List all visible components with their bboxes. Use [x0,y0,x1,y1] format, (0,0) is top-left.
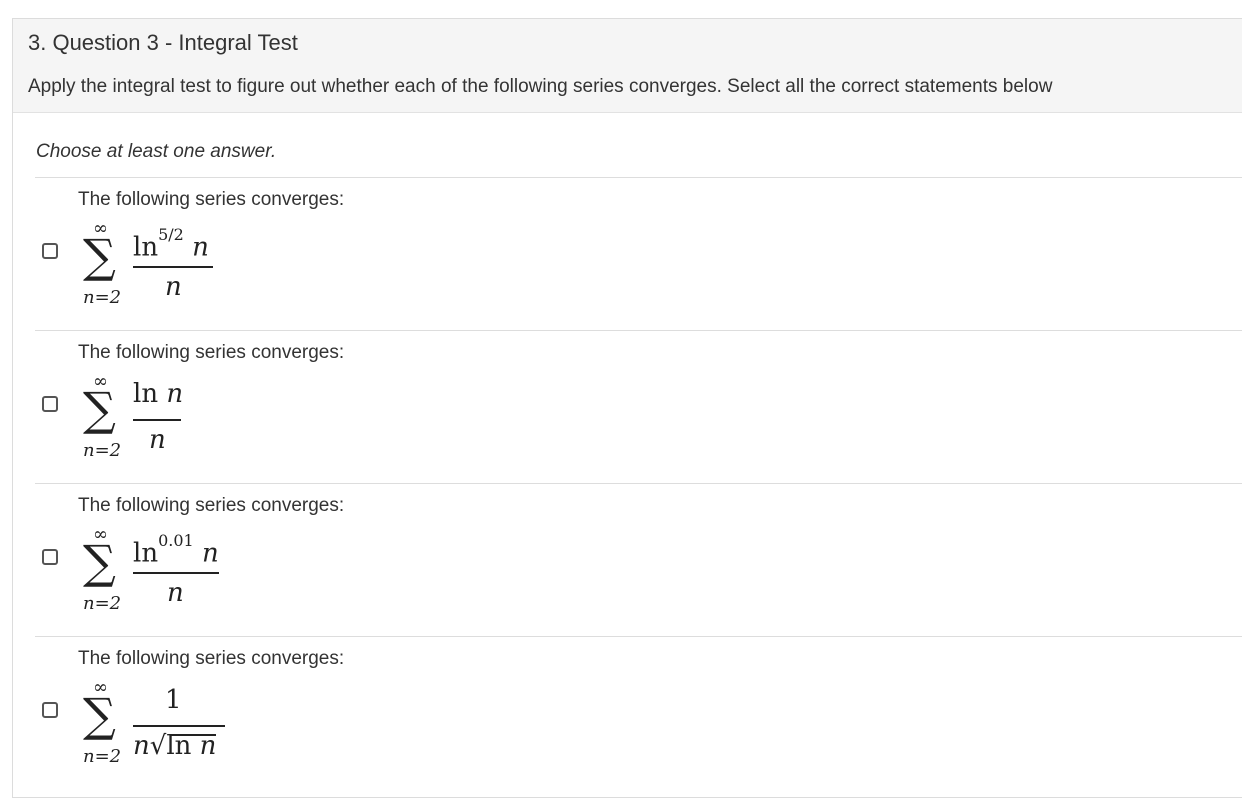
question-prompt: Apply the integral test to figure out wh… [28,76,1053,97]
series-formula: ∞ ∑ n=2 ln5/2 n n [79,220,279,316]
sum-lower-limit: n=2 [83,593,122,614]
sum-lower-limit: n=2 [83,287,122,308]
answer-label: The following series converges: [78,342,345,363]
answer-label: The following series converges: [78,648,345,669]
fraction-numerator: ln n [133,379,184,409]
answer-label: The following series converges: [78,189,345,210]
series-formula: ∞ ∑ n=2 ln n n [79,373,279,469]
answer-option-4: The following series converges: ∞ ∑ n=2 … [35,636,1242,789]
sum-lower-limit: n=2 [83,440,122,461]
answer-checkbox-1[interactable] [42,243,58,259]
answer-option-1: The following series converges: ∞ ∑ n=2 … [35,177,1242,330]
fraction-numerator: ln0.01 n [133,531,219,569]
fraction-bar [133,725,225,727]
sum-lower-limit: n=2 [83,746,122,767]
square-root-icon: √ [149,731,167,761]
answer-instruction: Choose at least one answer. [36,141,277,162]
fraction-numerator: 1 [165,685,182,715]
sigma-icon: ∑ [83,382,116,436]
question-header: 3. Question 3 - Integral Test Apply the … [13,19,1242,113]
series-formula: ∞ ∑ n=2 ln0.01 n n [79,526,279,622]
answer-checkbox-2[interactable] [42,396,58,412]
answer-label: The following series converges: [78,495,345,516]
answer-checkbox-3[interactable] [42,549,58,565]
question-title: 3. Question 3 - Integral Test [28,30,298,55]
answer-checkbox-4[interactable] [42,702,58,718]
answer-option-2: The following series converges: ∞ ∑ n=2 … [35,330,1242,483]
fraction-numerator: ln5/2 n [133,225,209,263]
sigma-icon: ∑ [83,535,116,589]
fraction-denominator: n [167,578,184,608]
fraction-denominator: n√ ln n [133,731,217,761]
answer-option-3: The following series converges: ∞ ∑ n=2 … [35,483,1242,636]
series-formula: ∞ ∑ n=2 1 n√ ln n [79,679,279,775]
fraction-denominator: n [149,425,166,455]
sigma-icon: ∑ [83,229,116,283]
fraction-bar [133,572,219,574]
fraction-denominator: n [165,272,182,302]
question-card: 3. Question 3 - Integral Test Apply the … [12,18,1242,798]
fraction-bar [133,419,181,421]
sigma-icon: ∑ [83,688,116,742]
fraction-bar [133,266,213,268]
